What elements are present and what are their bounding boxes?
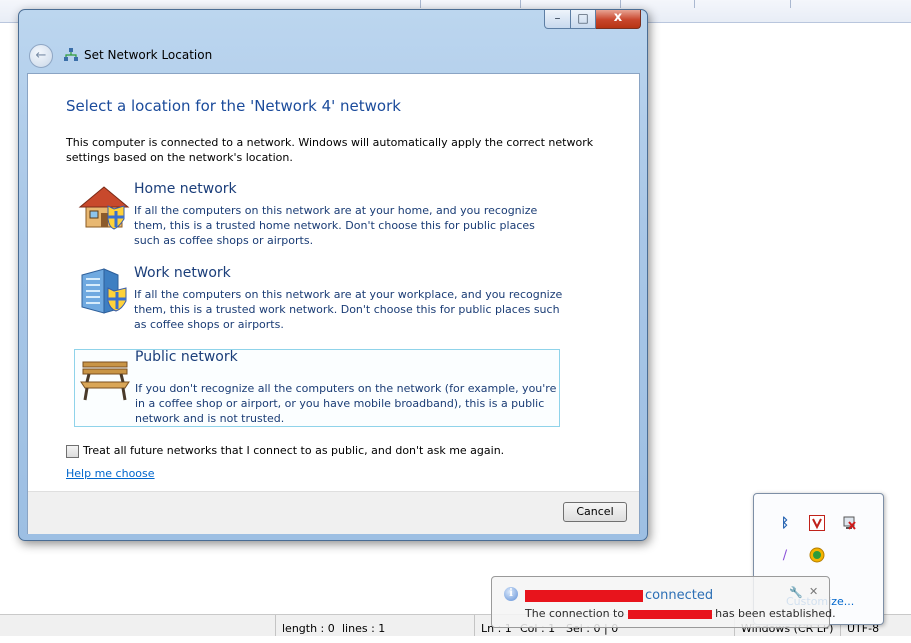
- public-network-title: Public network: [135, 349, 238, 365]
- house-icon: [78, 186, 130, 230]
- public-network-description: If you don't recognize all the computers…: [135, 382, 557, 425]
- tab-divider: [420, 0, 421, 8]
- dialog-title: Set Network Location: [84, 48, 213, 62]
- back-arrow-icon: ←: [35, 48, 47, 63]
- info-icon: i: [504, 587, 518, 601]
- home-network-description: If all the computers on this network are…: [134, 204, 538, 247]
- network-warning-icon[interactable]: [840, 515, 858, 533]
- balloon-body-suffix: has been established.: [715, 607, 836, 620]
- antivirus-icon[interactable]: [808, 515, 826, 533]
- status-length: length : 0: [275, 615, 335, 636]
- home-network-option[interactable]: Home network If all the computers on thi…: [74, 179, 560, 257]
- public-network-option[interactable]: Public network If you don't recognize al…: [74, 349, 560, 427]
- cancel-button[interactable]: Cancel: [563, 502, 627, 522]
- balloon-title: connected: [645, 588, 714, 603]
- update-icon[interactable]: [808, 547, 826, 565]
- dialog-content: Select a location for the 'Network 4' ne…: [27, 73, 640, 534]
- network-icon: [64, 48, 78, 61]
- status-lines: lines : 1: [342, 622, 386, 635]
- maximize-icon: □: [577, 11, 589, 25]
- work-network-option[interactable]: Work network If all the computers on thi…: [74, 263, 562, 341]
- office-building-icon: [81, 268, 127, 314]
- park-bench-icon: [80, 361, 130, 401]
- bluetooth-icon[interactable]: ᛒ: [776, 515, 794, 533]
- help-me-choose-link[interactable]: Help me choose: [66, 467, 155, 480]
- connection-balloon[interactable]: i connected The connection to has been e…: [491, 576, 836, 628]
- set-network-location-window: – □ x ← Set Network Location Select a lo…: [18, 9, 648, 541]
- balloon-body-prefix: The connection to: [525, 607, 625, 620]
- back-button[interactable]: ←: [29, 44, 53, 68]
- minimize-button[interactable]: –: [544, 10, 571, 29]
- caption-buttons: – □ x: [544, 10, 641, 29]
- tab-divider: [520, 0, 521, 8]
- tab-divider: [620, 0, 621, 8]
- maximize-button[interactable]: □: [571, 10, 596, 29]
- home-network-title: Home network: [134, 181, 237, 197]
- main-instruction: Select a location for the 'Network 4' ne…: [66, 97, 401, 115]
- intro-text: This computer is connected to a network.…: [66, 136, 594, 164]
- wrench-icon[interactable]: 🔧: [789, 586, 803, 599]
- tab-divider: [790, 0, 791, 8]
- treat-as-public-checkbox[interactable]: [66, 445, 79, 458]
- minimize-icon: –: [554, 11, 561, 25]
- dialog-footer: Cancel: [28, 491, 639, 534]
- treat-as-public-label[interactable]: Treat all future networks that I connect…: [83, 444, 504, 457]
- close-button[interactable]: x: [596, 10, 641, 29]
- tab-divider: [694, 0, 695, 8]
- work-network-title: Work network: [134, 265, 231, 281]
- dialog-header: ← Set Network Location: [26, 40, 639, 72]
- balloon-body: The connection to has been established.: [525, 607, 836, 620]
- redacted-connection-name: [627, 609, 712, 619]
- close-icon: x: [613, 10, 623, 25]
- redacted-network-name: [525, 590, 643, 602]
- work-network-description: If all the computers on this network are…: [134, 288, 563, 331]
- pen-tablet-icon[interactable]: ∕: [776, 547, 794, 565]
- close-icon[interactable]: ✕: [809, 585, 818, 598]
